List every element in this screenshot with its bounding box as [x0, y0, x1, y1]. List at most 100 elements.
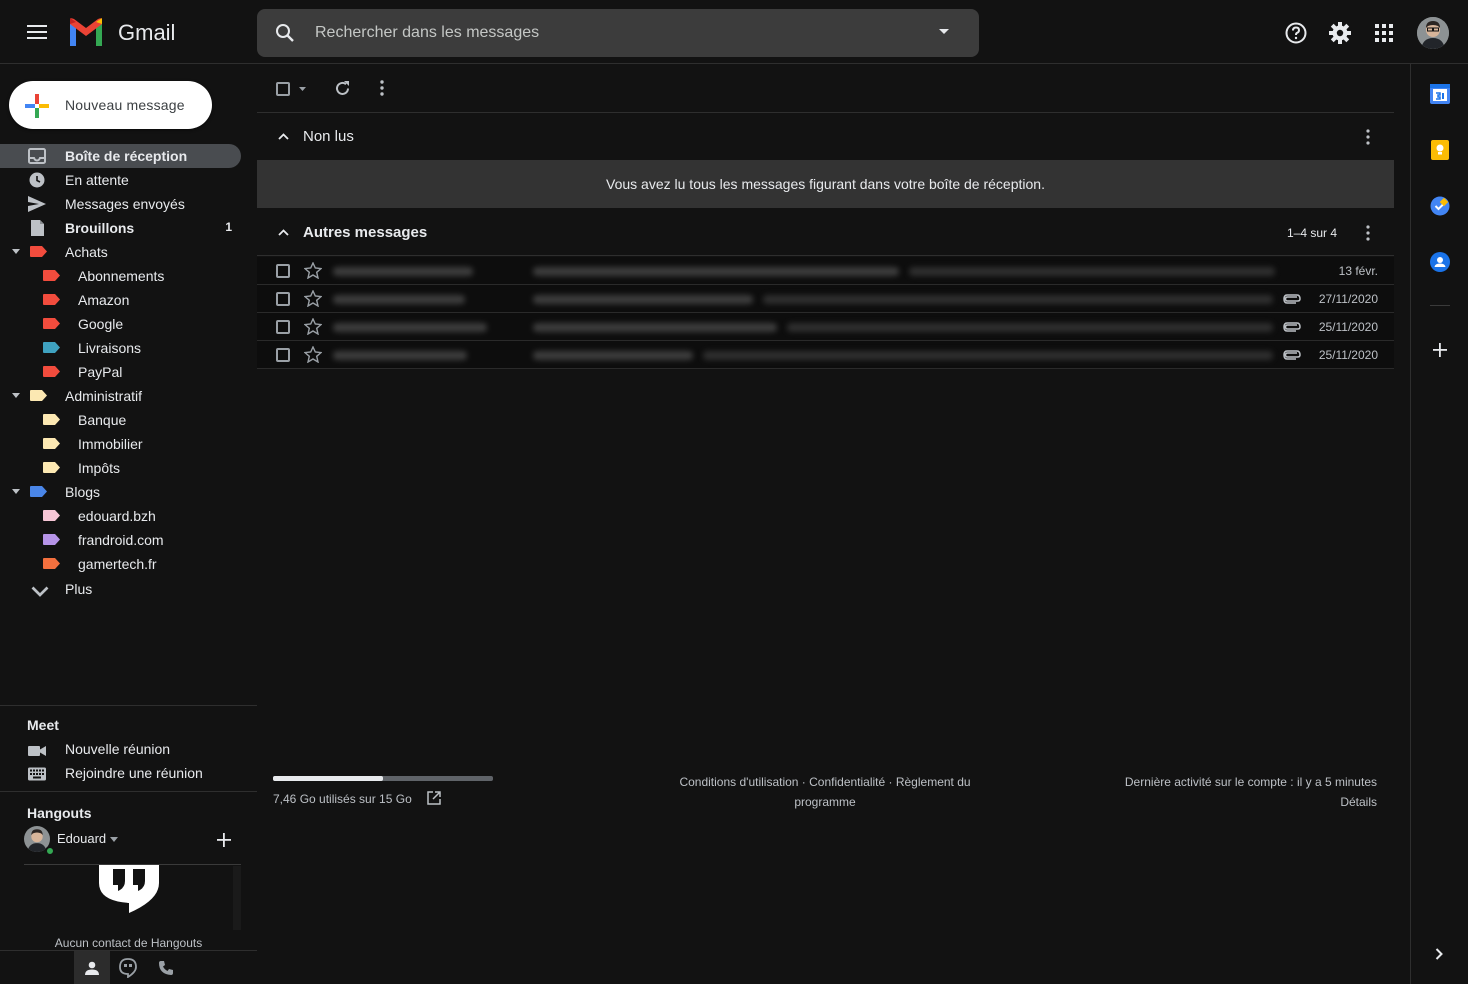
compose-label: Nouveau message	[65, 97, 185, 113]
refresh-button[interactable]	[334, 80, 351, 97]
nav-snoozed[interactable]: En attente	[0, 168, 241, 192]
search-button[interactable]	[275, 23, 295, 43]
show-side-panel-button[interactable]	[1435, 948, 1443, 960]
compose-button[interactable]: Nouveau message	[9, 81, 212, 129]
footer-links[interactable]: Conditions d'utilisation · Confidentiali…	[640, 772, 1010, 812]
blurred-subject	[533, 323, 777, 332]
label-immobilier[interactable]: Immobilier	[0, 432, 241, 456]
label-tag-icon	[43, 270, 60, 281]
star-icon[interactable]	[304, 346, 322, 363]
star-icon[interactable]	[304, 318, 322, 335]
message-row[interactable]: 27/11/2020	[257, 285, 1394, 313]
hangouts-quote-logo	[97, 865, 161, 915]
more-vert-icon[interactable]	[1366, 129, 1370, 145]
caret-down-icon	[939, 29, 949, 34]
nav-more[interactable]: Plus	[0, 577, 241, 601]
label-edouard-bzh[interactable]: edouard.bzh	[0, 504, 241, 528]
label-frandroid[interactable]: frandroid.com	[0, 528, 241, 552]
message-row[interactable]: 25/11/2020	[257, 341, 1394, 369]
caret-down-icon[interactable]	[110, 837, 118, 842]
attachment-icon[interactable]	[1283, 322, 1301, 332]
blurred-snippet	[787, 323, 1273, 332]
hangouts-user-name[interactable]: Edouard	[57, 831, 106, 846]
footer-activity: Dernière activité sur le compte : il y a…	[1060, 772, 1377, 812]
plus-icon	[217, 833, 231, 847]
section-title: Non lus	[303, 128, 354, 145]
message-row[interactable]: 25/11/2020	[257, 313, 1394, 341]
footer-links-line1[interactable]: Conditions d'utilisation · Confidentiali…	[640, 772, 1010, 792]
unread-empty-text: Vous avez lu tous les messages figurant …	[606, 176, 1045, 192]
add-contact-button[interactable]	[216, 832, 232, 848]
blurred-sender	[333, 323, 487, 332]
expand-caret-icon[interactable]	[12, 489, 20, 494]
search-input[interactable]	[313, 9, 913, 57]
hangouts-bubble-icon	[119, 958, 137, 978]
hangouts-scrollbar[interactable]	[233, 866, 241, 930]
label-blogs[interactable]: Blogs	[0, 480, 241, 504]
expand-caret-icon[interactable]	[12, 249, 20, 254]
label-achats[interactable]: Achats	[0, 240, 241, 264]
support-button[interactable]	[1276, 13, 1316, 53]
label-administratif[interactable]: Administratif	[0, 384, 241, 408]
nav-inbox[interactable]: Boîte de réception	[0, 144, 241, 168]
main-menu-button[interactable]	[17, 12, 57, 52]
section-others-header[interactable]: Autres messages 1–4 sur 4	[257, 209, 1394, 256]
meet-join-meeting[interactable]: Rejoindre une réunion	[0, 761, 241, 785]
row-checkbox[interactable]	[276, 348, 290, 362]
label-gamertech[interactable]: gamertech.fr	[0, 552, 241, 576]
label-banque[interactable]: Banque	[0, 408, 241, 432]
settings-button[interactable]	[1320, 13, 1360, 53]
account-avatar[interactable]	[1417, 17, 1449, 49]
search-options-button[interactable]	[939, 27, 949, 37]
star-icon[interactable]	[304, 290, 322, 307]
label-name: edouard.bzh	[78, 508, 156, 524]
footer-links-line2[interactable]: programme	[640, 792, 1010, 812]
star-icon[interactable]	[304, 262, 322, 279]
nav-sent[interactable]: Messages envoyés	[0, 192, 241, 216]
person-icon	[85, 961, 99, 975]
storage-text: 7,46 Go utilisés sur 15 Go	[273, 792, 412, 806]
gmail-logo[interactable]	[68, 18, 104, 46]
expand-caret-icon[interactable]	[12, 393, 20, 398]
more-actions-button[interactable]	[380, 80, 384, 96]
contacts-button[interactable]	[1430, 252, 1450, 272]
open-in-new-icon[interactable]	[427, 791, 441, 805]
google-apps-button[interactable]	[1364, 13, 1404, 53]
tab-phone[interactable]	[158, 960, 174, 976]
hangouts-user-avatar[interactable]	[24, 826, 55, 856]
label-tag-icon	[30, 246, 47, 257]
storage-bar[interactable]	[273, 776, 493, 781]
get-addons-button[interactable]	[1433, 343, 1447, 357]
keep-button[interactable]	[1430, 140, 1450, 160]
row-checkbox[interactable]	[276, 292, 290, 306]
label-impots[interactable]: Impôts	[0, 456, 241, 480]
search-icon	[276, 24, 294, 42]
label-paypal[interactable]: PayPal	[0, 360, 241, 384]
search-bar[interactable]	[257, 9, 979, 57]
label-livraisons[interactable]: Livraisons	[0, 336, 241, 360]
meet-item-label: Rejoindre une réunion	[65, 765, 203, 781]
label-google[interactable]: Google	[0, 312, 241, 336]
side-panel	[1410, 64, 1468, 984]
section-unread-header[interactable]: Non lus	[257, 113, 1394, 159]
tab-contacts[interactable]	[74, 951, 110, 984]
tasks-button[interactable]	[1430, 196, 1450, 216]
label-abonnements[interactable]: Abonnements	[0, 264, 241, 288]
calendar-button[interactable]	[1430, 84, 1450, 104]
row-checkbox[interactable]	[276, 320, 290, 334]
app-name: Gmail	[118, 20, 176, 45]
nav-drafts[interactable]: Brouillons 1	[0, 216, 241, 240]
tab-conversations[interactable]	[118, 958, 138, 978]
row-checkbox[interactable]	[276, 264, 290, 278]
meet-new-meeting[interactable]: Nouvelle réunion	[0, 737, 241, 761]
label-tag-icon	[43, 318, 60, 329]
checkbox-box	[276, 82, 290, 96]
label-name: Immobilier	[78, 436, 143, 452]
attachment-icon[interactable]	[1283, 294, 1301, 304]
message-row[interactable]: 13 févr.	[257, 257, 1394, 285]
details-link[interactable]: Détails	[1060, 792, 1377, 812]
caret-down-icon[interactable]	[299, 87, 306, 91]
more-vert-icon[interactable]	[1366, 225, 1370, 241]
label-amazon[interactable]: Amazon	[0, 288, 241, 312]
attachment-icon[interactable]	[1283, 350, 1301, 360]
